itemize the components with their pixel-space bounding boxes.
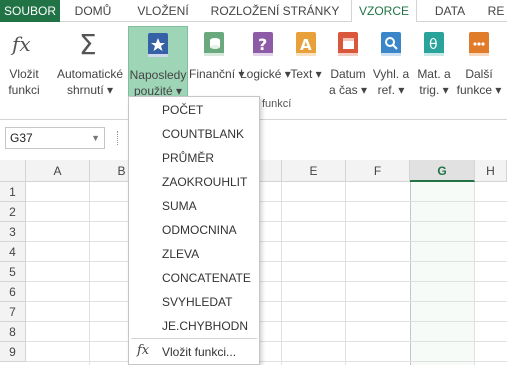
theta-book-icon: θ bbox=[421, 29, 447, 59]
menu-item-zleva[interactable]: ZLEVA bbox=[129, 242, 259, 266]
autosum-label-1: Automatické bbox=[56, 67, 124, 81]
menu-item-countblank[interactable]: COUNTBLANK bbox=[129, 122, 259, 146]
lookup-label-2: ref. ▾ bbox=[377, 83, 405, 97]
insert-function-label-2: funkci bbox=[8, 83, 40, 97]
gridline bbox=[26, 301, 507, 302]
tab-insert[interactable]: VLOŽENÍ bbox=[130, 0, 196, 22]
lookup-label-1: Vyhl. a bbox=[372, 67, 410, 81]
column-header-a[interactable]: A bbox=[26, 160, 90, 182]
menu-item-zaokrouhlit[interactable]: ZAOKROUHLIT bbox=[129, 170, 259, 194]
gridline bbox=[26, 261, 507, 262]
row-header-4[interactable]: 4 bbox=[0, 242, 26, 262]
more-functions-label-2: funkce ▾ bbox=[456, 83, 502, 97]
insert-function-button[interactable]: fx Vložit funkci bbox=[2, 26, 46, 100]
menu-item-suma[interactable]: SUMA bbox=[129, 194, 259, 218]
row-header-6[interactable]: 6 bbox=[0, 282, 26, 302]
dots-book-icon bbox=[466, 29, 492, 59]
svg-text:A: A bbox=[300, 36, 312, 54]
menu-item-insert-function[interactable]: Vložit funkci... bbox=[162, 341, 236, 363]
gridline bbox=[26, 221, 507, 222]
tab-home[interactable]: DOMŮ bbox=[68, 0, 118, 22]
gridline bbox=[345, 182, 346, 365]
selected-column-highlight bbox=[410, 182, 475, 365]
question-book-icon: ? bbox=[250, 29, 276, 59]
row-header-9[interactable]: 9 bbox=[0, 342, 26, 362]
text-book-icon: A bbox=[293, 29, 319, 59]
financial-button[interactable]: Finanční ▾ bbox=[189, 26, 244, 100]
column-header-g[interactable]: G bbox=[410, 160, 475, 182]
svg-text:?: ? bbox=[258, 35, 267, 54]
datetime-label-1: Datum bbox=[330, 67, 366, 81]
logical-label: Logické ▾ bbox=[240, 67, 291, 81]
autosum-label-2: shrnutí ▾ bbox=[66, 83, 114, 97]
tab-formulas[interactable]: VZORCE bbox=[351, 0, 417, 23]
gridline bbox=[26, 321, 507, 322]
recently-used-label-1: Naposledy bbox=[129, 68, 187, 82]
row-header-8[interactable]: 8 bbox=[0, 322, 26, 342]
formula-bar-divider bbox=[117, 131, 119, 145]
menu-item-jechybhodn[interactable]: JE.CHYBHODN bbox=[129, 314, 259, 338]
menu-item-odmocnina[interactable]: ODMOCNINA bbox=[129, 218, 259, 242]
select-all-corner[interactable] bbox=[0, 160, 26, 182]
more-functions-button[interactable]: Další funkce ▾ bbox=[455, 26, 503, 100]
autosum-button[interactable]: Σ Automatické shrnutí ▾ bbox=[52, 26, 128, 100]
text-button[interactable]: A Text ▾ bbox=[288, 26, 324, 100]
more-functions-label-1: Další bbox=[465, 67, 493, 81]
math-label-2: trig. ▾ bbox=[419, 83, 449, 97]
chevron-down-icon[interactable]: ▼ bbox=[91, 128, 100, 148]
row-header-7[interactable]: 7 bbox=[0, 302, 26, 322]
tab-review[interactable]: RE bbox=[484, 0, 507, 22]
column-header-e[interactable]: E bbox=[282, 160, 346, 182]
row-header-3[interactable]: 3 bbox=[0, 222, 26, 242]
recently-used-button[interactable]: Naposledy použité ▾ bbox=[128, 26, 188, 102]
menu-item-prumer[interactable]: PRŮMĚR bbox=[129, 146, 259, 170]
insert-function-label-1: Vložit bbox=[9, 67, 39, 81]
menu-item-svyhledat[interactable]: SVYHLEDAT bbox=[129, 290, 259, 314]
svg-text:fx: fx bbox=[10, 32, 31, 56]
gridline bbox=[26, 341, 507, 342]
svg-text:θ: θ bbox=[429, 37, 438, 53]
text-label: Text ▾ bbox=[290, 67, 322, 81]
calendar-book-icon bbox=[335, 29, 361, 59]
ribbon-tab-bar: SOUBOR DOMŮ VLOŽENÍ ROZLOŽENÍ STRÁNKY VZ… bbox=[0, 0, 507, 23]
menu-item-concatenate[interactable]: CONCATENATE bbox=[129, 266, 259, 290]
menu-separator bbox=[131, 338, 257, 339]
lookup-button[interactable]: Vyhl. a ref. ▾ bbox=[370, 26, 412, 100]
fx-icon: fx bbox=[9, 29, 39, 59]
row-header-1[interactable]: 1 bbox=[0, 182, 26, 202]
menu-item-pocet[interactable]: POČET bbox=[129, 98, 259, 122]
gridline bbox=[26, 281, 507, 282]
name-box[interactable]: G37 ▼ bbox=[5, 127, 105, 149]
logical-button[interactable]: ? Logické ▾ bbox=[240, 26, 291, 100]
coins-book-icon bbox=[201, 29, 227, 59]
tab-data[interactable]: DATA bbox=[425, 0, 475, 22]
column-header-f[interactable]: F bbox=[346, 160, 410, 182]
financial-label: Finanční ▾ bbox=[189, 67, 245, 81]
gridline bbox=[474, 182, 475, 365]
row-header-5[interactable]: 5 bbox=[0, 262, 26, 282]
datetime-label-2: a čas ▾ bbox=[328, 83, 368, 97]
gridline bbox=[26, 241, 507, 242]
gridline bbox=[89, 182, 90, 365]
column-header-h[interactable]: H bbox=[475, 160, 507, 182]
sigma-icon: Σ bbox=[77, 28, 103, 61]
name-box-value: G37 bbox=[10, 131, 33, 145]
datetime-button[interactable]: Datum a čas ▾ bbox=[326, 26, 370, 100]
svg-text:Σ: Σ bbox=[79, 29, 97, 59]
magnifier-book-icon bbox=[378, 29, 404, 59]
tab-page-layout[interactable]: ROZLOŽENÍ STRÁNKY bbox=[205, 0, 345, 22]
fx-icon: fx bbox=[137, 343, 150, 358]
recently-used-dropdown: POČET COUNTBLANK PRŮMĚR ZAOKROUHLIT SUMA… bbox=[128, 96, 260, 365]
gridline bbox=[281, 182, 282, 365]
gridline bbox=[26, 361, 507, 362]
group-label-function-library: funkcí bbox=[262, 98, 292, 110]
math-label-1: Mat. a bbox=[417, 67, 451, 81]
row-header-2[interactable]: 2 bbox=[0, 202, 26, 222]
gridline bbox=[26, 201, 507, 202]
star-book-icon bbox=[145, 30, 171, 60]
tab-file[interactable]: SOUBOR bbox=[0, 0, 60, 22]
math-trig-button[interactable]: θ Mat. a trig. ▾ bbox=[413, 26, 455, 100]
